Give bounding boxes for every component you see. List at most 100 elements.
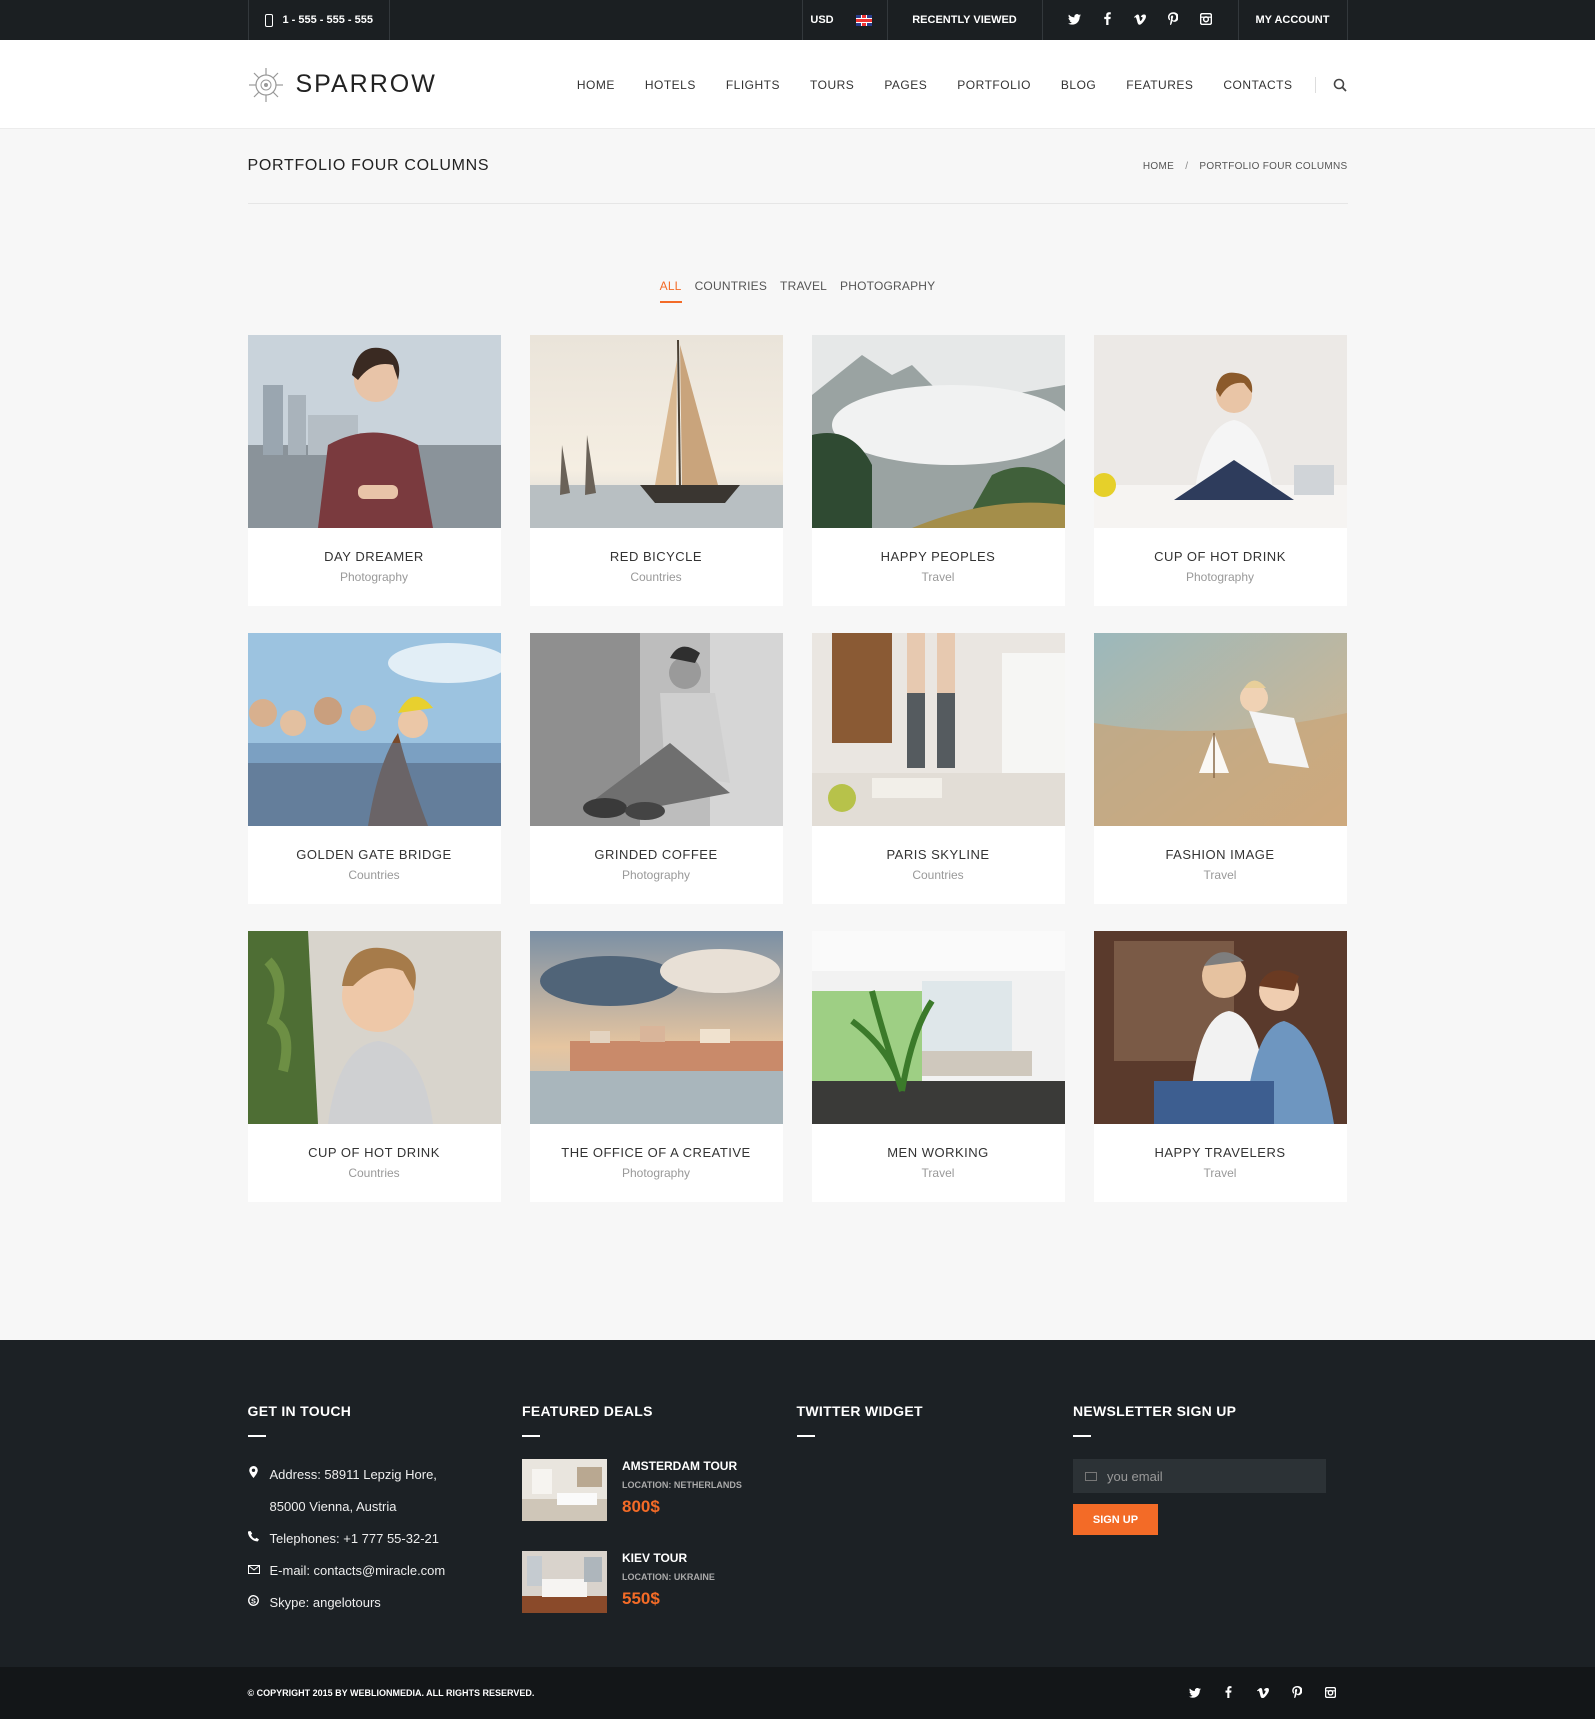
address-line-1: Address: 58911 Lepzig Hore, bbox=[269, 1467, 437, 1482]
portfolio-title: GOLDEN GATE BRIDGE bbox=[296, 847, 452, 862]
portfolio-item[interactable]: RED BICYCLE Countries bbox=[529, 335, 783, 606]
portfolio-image bbox=[529, 931, 783, 1124]
recently-viewed-link[interactable]: RECENTLY VIEWED bbox=[886, 0, 1042, 40]
signup-button[interactable]: SIGN UP bbox=[1072, 1504, 1158, 1535]
portfolio-item[interactable]: CUP OF HOT DRINK Photography bbox=[1093, 335, 1347, 606]
portfolio-filters: ALL COUNTRIES TRAVEL PHOTOGRAPHY bbox=[248, 279, 1348, 309]
copyright-text: © COPYRIGHT 2015 BY WEBLIONMEDIA. ALL RI… bbox=[247, 1688, 535, 1698]
portfolio-category: Travel bbox=[921, 570, 955, 584]
footer-deals: FEATURED DEALS AMSTERDAM TOUR LOCATION: … bbox=[522, 1403, 797, 1643]
breadcrumb: HOME / PORTFOLIO FOUR COLUMNS bbox=[1143, 161, 1348, 172]
deal-name: KIEV TOUR bbox=[622, 1551, 688, 1565]
instagram-icon[interactable] bbox=[1190, 12, 1223, 28]
nav-divider bbox=[1314, 76, 1316, 93]
portfolio-item[interactable]: CUP OF HOT DRINK Countries bbox=[247, 931, 501, 1202]
pinterest-icon[interactable] bbox=[1157, 12, 1190, 28]
filter-all[interactable]: ALL bbox=[659, 279, 682, 303]
portfolio-item[interactable]: THE OFFICE OF A CREATIVE Photography bbox=[529, 931, 783, 1202]
my-account-link[interactable]: MY ACCOUNT bbox=[1237, 0, 1348, 40]
portfolio-title: THE OFFICE OF A CREATIVE bbox=[561, 1145, 751, 1160]
deal-price: 550$ bbox=[622, 1589, 660, 1608]
envelope-icon bbox=[247, 1555, 260, 1587]
language-selector[interactable] bbox=[842, 0, 887, 40]
filter-countries[interactable]: COUNTRIES bbox=[695, 279, 767, 297]
portfolio-item[interactable]: FASHION IMAGE Travel bbox=[1093, 633, 1347, 904]
skype-text: Skype: angelotours bbox=[269, 1595, 381, 1610]
search-icon[interactable] bbox=[1332, 77, 1348, 93]
portfolio-category: Photography bbox=[621, 868, 691, 882]
portfolio-item[interactable]: GOLDEN GATE BRIDGE Countries bbox=[247, 633, 501, 904]
twitter-icon[interactable] bbox=[1178, 1686, 1212, 1701]
nav-hotels[interactable]: HOTELS bbox=[630, 78, 711, 92]
phone-icon bbox=[264, 13, 273, 27]
main-nav: HOME HOTELS FLIGHTS TOURS PAGES PORTFOLI… bbox=[562, 76, 1348, 93]
breadcrumb-home[interactable]: HOME bbox=[1143, 161, 1174, 172]
nav-features[interactable]: FEATURES bbox=[1111, 78, 1208, 92]
contact-address-2: 85000 Vienna, Austria bbox=[269, 1499, 397, 1514]
portfolio-category: Travel bbox=[1203, 1166, 1237, 1180]
portfolio-item[interactable]: HAPPY PEOPLES Travel bbox=[811, 335, 1065, 606]
nav-home[interactable]: HOME bbox=[562, 78, 630, 92]
portfolio-title: CUP OF HOT DRINK bbox=[1154, 549, 1286, 564]
twitter-icon[interactable] bbox=[1058, 13, 1091, 28]
nav-flights[interactable]: FLIGHTS bbox=[711, 78, 795, 92]
nav-tours[interactable]: TOURS bbox=[795, 78, 869, 92]
vimeo-icon[interactable] bbox=[1246, 1686, 1280, 1701]
footer-contact: GET IN TOUCH Address: 58911 Lepzig Hore,… bbox=[247, 1403, 523, 1643]
nav-blog[interactable]: BLOG bbox=[1046, 78, 1111, 92]
skype-icon: S bbox=[248, 1587, 260, 1619]
portfolio-image bbox=[1093, 335, 1347, 528]
currency-selector[interactable]: USD bbox=[801, 0, 842, 40]
breadcrumb-separator: / bbox=[1185, 160, 1189, 172]
heading-underline bbox=[247, 1435, 266, 1437]
portfolio-item[interactable]: MEN WORKING Travel bbox=[811, 931, 1065, 1202]
pinterest-icon[interactable] bbox=[1280, 1685, 1314, 1701]
portfolio-title: DAY DREAMER bbox=[324, 549, 424, 564]
logo[interactable]: SPARROW bbox=[248, 67, 437, 103]
portfolio-item[interactable]: GRINDED COFFEE Photography bbox=[529, 633, 783, 904]
portfolio-title: CUP OF HOT DRINK bbox=[308, 1145, 440, 1160]
instagram-icon[interactable] bbox=[1314, 1686, 1348, 1701]
nav-portfolio[interactable]: PORTFOLIO bbox=[942, 78, 1046, 92]
nav-contacts[interactable]: CONTACTS bbox=[1208, 78, 1307, 92]
portfolio-image bbox=[811, 931, 1065, 1124]
portfolio-image bbox=[811, 633, 1065, 826]
portfolio-image bbox=[529, 335, 783, 528]
portfolio-title: HAPPY TRAVELERS bbox=[1154, 1145, 1286, 1160]
portfolio-title: PARIS SKYLINE bbox=[886, 847, 990, 862]
facebook-icon[interactable] bbox=[1091, 12, 1124, 28]
footer-newsletter: NEWSLETTER SIGN UP you email SIGN UP bbox=[1072, 1403, 1348, 1643]
footer-heading: FEATURED DEALS bbox=[522, 1403, 653, 1419]
deal-item[interactable]: AMSTERDAM TOUR LOCATION: NETHERLANDS 800… bbox=[522, 1459, 797, 1521]
logo-text: SPARROW bbox=[295, 70, 437, 98]
deal-item[interactable]: KIEV TOUR LOCATION: UKRAINE 550$ bbox=[522, 1551, 797, 1613]
footer-social-links bbox=[1178, 1685, 1348, 1701]
compass-logo-icon bbox=[248, 67, 283, 102]
site-footer: GET IN TOUCH Address: 58911 Lepzig Hore,… bbox=[0, 1340, 1595, 1667]
portfolio-title: GRINDED COFFEE bbox=[594, 847, 718, 862]
portfolio-category: Photography bbox=[1185, 570, 1255, 584]
portfolio-item[interactable]: HAPPY TRAVELERS Travel bbox=[1093, 931, 1347, 1202]
portfolio-item[interactable]: PARIS SKYLINE Countries bbox=[811, 633, 1065, 904]
uk-flag-icon bbox=[856, 14, 872, 26]
email-text[interactable]: E-mail: contacts@miracle.com bbox=[270, 1555, 446, 1587]
portfolio-image bbox=[811, 335, 1065, 528]
portfolio-image bbox=[247, 931, 501, 1124]
nav-pages[interactable]: PAGES bbox=[869, 78, 942, 92]
portfolio-title: MEN WORKING bbox=[887, 1145, 989, 1160]
portfolio-image bbox=[529, 633, 783, 826]
contact-phone: Telephones: +1 777 55-32-21 bbox=[247, 1523, 523, 1555]
vimeo-icon[interactable] bbox=[1124, 13, 1157, 28]
portfolio-item[interactable]: DAY DREAMER Photography bbox=[247, 335, 501, 606]
filter-photography[interactable]: PHOTOGRAPHY bbox=[840, 279, 935, 297]
contact-skype: S Skype: angelotours bbox=[248, 1587, 523, 1619]
facebook-icon[interactable] bbox=[1212, 1685, 1246, 1701]
newsletter-email-input[interactable]: you email bbox=[1072, 1459, 1326, 1493]
heading-underline bbox=[1072, 1435, 1091, 1437]
portfolio-category: Travel bbox=[1203, 868, 1237, 882]
contact-address: Address: 58911 Lepzig Hore, bbox=[248, 1459, 523, 1491]
filter-travel[interactable]: TRAVEL bbox=[780, 279, 827, 297]
newsletter-placeholder: you email bbox=[1106, 1468, 1163, 1484]
page-title: PORTFOLIO FOUR COLUMNS bbox=[247, 157, 490, 174]
page-title-bar: PORTFOLIO FOUR COLUMNS HOME / PORTFOLIO … bbox=[247, 129, 1348, 204]
